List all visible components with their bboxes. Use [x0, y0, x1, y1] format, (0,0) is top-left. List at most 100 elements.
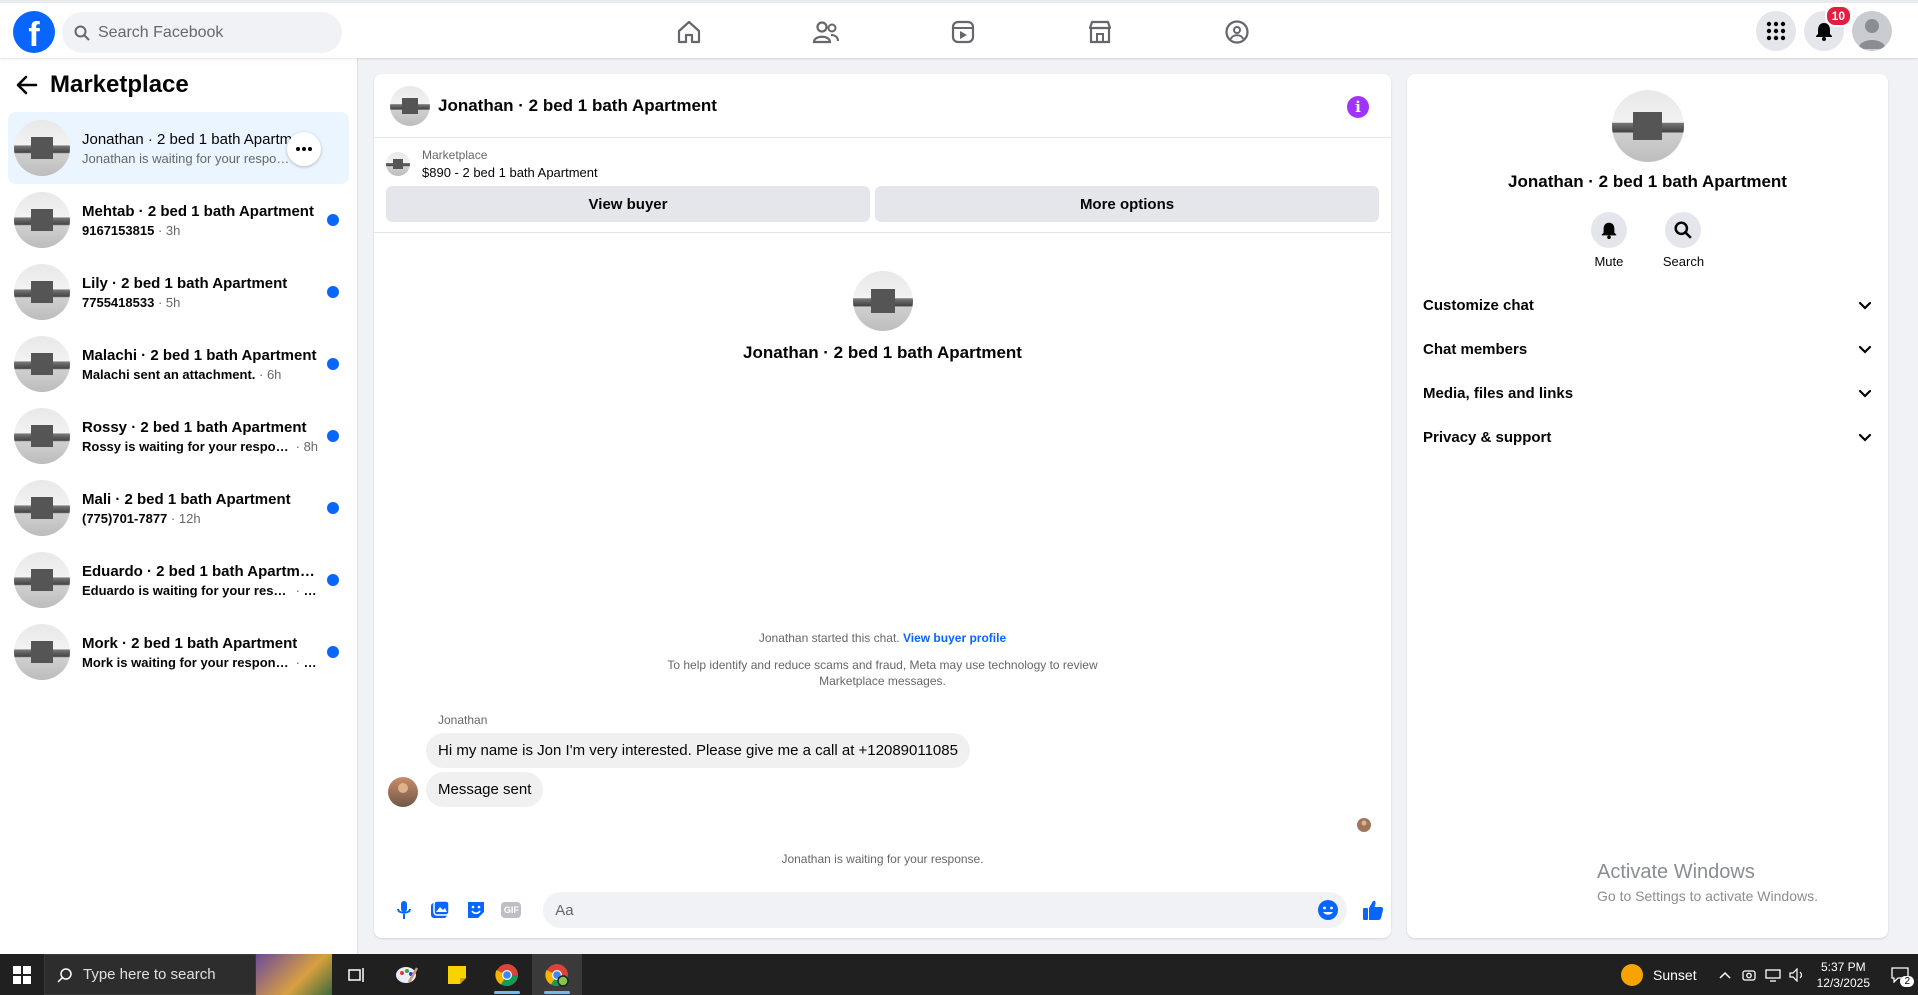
chat-list-item[interactable]: Rossy · 2 bed 1 bath Apartment Rossy is …	[8, 400, 349, 472]
start-button[interactable]	[0, 954, 44, 995]
info-icon[interactable]: i	[1347, 96, 1369, 118]
listing-thumbnail	[14, 120, 70, 176]
chat-item-name: Malachi · 2 bed 1 bath Apartment	[82, 346, 317, 364]
send-like-button[interactable]	[1361, 898, 1385, 922]
waiting-notice: Jonathan is waiting for your response.	[781, 852, 984, 866]
taskbar-search[interactable]	[44, 954, 256, 995]
conversation-title[interactable]: Jonathan · 2 bed 1 bath Apartment	[438, 96, 717, 116]
taskbar-app-chrome-profile[interactable]	[532, 954, 582, 995]
news-widget-image[interactable]	[256, 954, 332, 995]
section-media-files-links[interactable]: Media, files and links	[1407, 371, 1888, 415]
conversation-header: Jonathan · 2 bed 1 bath Apartment i	[374, 74, 1391, 138]
back-arrow-icon[interactable]	[16, 75, 38, 95]
search-label: Search	[1662, 254, 1705, 269]
listing-source: Marketplace	[422, 148, 488, 162]
gif-button[interactable]: GIF	[499, 898, 523, 922]
search-facebook-box[interactable]	[62, 12, 342, 53]
menu-button[interactable]	[1756, 11, 1796, 51]
account-avatar[interactable]	[1852, 11, 1892, 51]
conversation-thumbnail[interactable]	[390, 85, 430, 126]
search-facebook-input[interactable]	[98, 23, 318, 42]
chat-list-item[interactable]: Eduardo · 2 bed 1 bath Apartment Eduardo…	[8, 544, 349, 616]
chat-list-item[interactable]: Jonathan · 2 bed 1 bath Apartment Jonath…	[8, 112, 349, 184]
chat-list-item[interactable]: Malachi · 2 bed 1 bath Apartment Malachi…	[8, 328, 349, 400]
chat-item-name: Eduardo · 2 bed 1 bath Apartment	[82, 562, 322, 580]
task-view-icon	[348, 967, 364, 982]
message-bubble[interactable]: Hi my name is Jon I'm very interested. P…	[426, 733, 970, 768]
chevron-down-icon	[1858, 345, 1872, 354]
weather-widget[interactable]: Sunset	[1621, 963, 1697, 986]
listing-thumbnail	[14, 552, 70, 608]
message-row: Hi my name is Jon I'm very interested. P…	[426, 733, 1391, 768]
header-divider	[374, 232, 1391, 233]
sticker-button[interactable]	[464, 898, 488, 922]
windows-logo-icon	[13, 965, 31, 984]
gif-icon: GIF	[501, 902, 522, 918]
tab-friends[interactable]	[757, 7, 894, 57]
microphone-icon	[396, 901, 411, 919]
chat-item-preview: (775)701-7877 · 12h	[82, 510, 201, 526]
message-input[interactable]	[555, 901, 1318, 919]
chat-more-options-button[interactable]	[287, 132, 321, 166]
search-action[interactable]: Search	[1663, 212, 1704, 269]
search-icon	[74, 25, 90, 41]
chat-item-preview: Mork is waiting for your response. · 22h	[82, 654, 322, 670]
chat-list-item[interactable]: Lily · 2 bed 1 bath Apartment 7755418533…	[8, 256, 349, 328]
facebook-logo-icon[interactable]: f	[13, 11, 55, 53]
clock[interactable]: 5:37 PM 12/3/2025	[1817, 959, 1870, 991]
message-composer: GIF	[374, 882, 1391, 938]
unread-indicator	[327, 286, 339, 298]
action-center-button[interactable]: 2	[1882, 954, 1918, 995]
section-chat-members[interactable]: Chat members	[1407, 327, 1888, 371]
camera-icon	[1741, 969, 1756, 981]
chat-list-item[interactable]: Mehtab · 2 bed 1 bath Apartment 91671538…	[8, 184, 349, 256]
photo-icon	[430, 900, 450, 918]
mute-action[interactable]: Mute	[1590, 212, 1627, 269]
thumbs-up-icon	[1363, 900, 1384, 920]
tab-video[interactable]	[894, 7, 1031, 57]
taskbar-search-input[interactable]	[83, 966, 233, 983]
taskbar-app-paint[interactable]	[382, 954, 432, 995]
unread-indicator	[327, 358, 339, 370]
task-view-button[interactable]	[332, 954, 382, 995]
chat-list-item[interactable]: Mork · 2 bed 1 bath Apartment Mork is wa…	[8, 616, 349, 688]
notification-count-badge: 10	[1824, 5, 1852, 27]
show-hidden-icons-button[interactable]	[1713, 954, 1737, 995]
main-nav-tabs	[620, 7, 1305, 57]
chat-item-preview: 9167153815 · 3h	[82, 222, 181, 238]
taskbar-app-sticky-notes[interactable]	[432, 954, 482, 995]
chat-started-notice: Jonathan started this chat. View buyer p…	[758, 631, 1007, 645]
sidebar-title: Marketplace	[50, 71, 189, 98]
view-buyer-button[interactable]: View buyer	[386, 186, 871, 222]
message-bubble[interactable]: Message sent	[426, 772, 544, 807]
attach-photo-button[interactable]	[428, 898, 452, 922]
voice-clip-button[interactable]	[392, 898, 416, 922]
activate-windows-watermark: Activate Windows Go to Settings to activ…	[1597, 861, 1818, 904]
emoji-icon[interactable]	[1317, 899, 1339, 921]
chat-item-preview: Malachi sent an attachment. · 6h	[82, 366, 282, 382]
details-actions: Mute Search	[1407, 212, 1888, 269]
volume-button[interactable]	[1785, 954, 1809, 995]
listing-summary[interactable]: Marketplace $890 - 2 bed 1 bath Apartmen…	[374, 138, 1391, 180]
listing-thumbnail	[14, 480, 70, 536]
meet-now-button[interactable]	[1737, 954, 1761, 995]
listing-thumbnail	[14, 624, 70, 680]
chat-item-name: Mork · 2 bed 1 bath Apartment	[82, 634, 298, 652]
sticker-icon	[467, 902, 484, 918]
listing-price: $890 - 2 bed 1 bath Apartment	[422, 165, 598, 180]
notifications-button[interactable]: 10	[1804, 5, 1852, 51]
message-input-wrapper[interactable]	[543, 892, 1348, 928]
tab-groups[interactable]	[1168, 7, 1305, 57]
tab-marketplace[interactable]	[1031, 7, 1168, 57]
tab-home[interactable]	[620, 7, 757, 57]
section-customize-chat[interactable]: Customize chat	[1407, 283, 1888, 327]
taskbar-app-chrome[interactable]	[482, 954, 532, 995]
section-privacy-support[interactable]: Privacy & support	[1407, 415, 1888, 459]
chat-list-item[interactable]: Mali · 2 bed 1 bath Apartment (775)701-7…	[8, 472, 349, 544]
view-buyer-profile-link[interactable]: View buyer profile	[903, 631, 1006, 645]
page-scrollbar[interactable]	[1900, 58, 1918, 954]
more-dots-icon	[296, 147, 312, 151]
network-button[interactable]	[1761, 954, 1785, 995]
listing-thumbnail	[14, 336, 70, 392]
more-options-button[interactable]: More options	[875, 186, 1379, 222]
